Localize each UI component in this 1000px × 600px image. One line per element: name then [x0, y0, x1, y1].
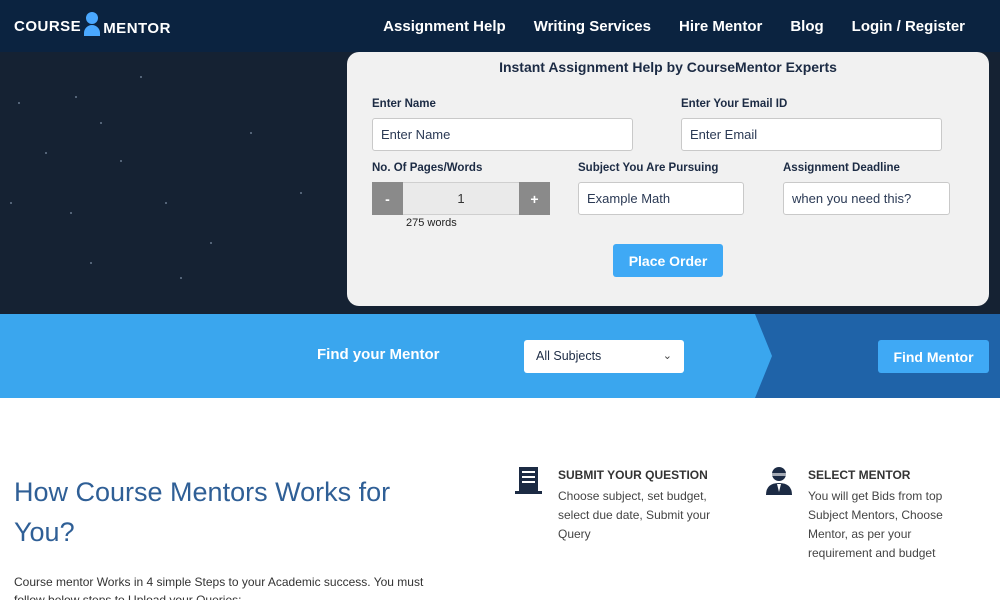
document-list-icon — [515, 467, 542, 494]
word-count: 275 words — [406, 217, 457, 229]
logo[interactable]: COURSE MENTOR — [14, 10, 171, 42]
mentor-logo-icon — [82, 12, 102, 40]
deadline-input[interactable]: when you need this? — [783, 182, 950, 215]
find-mentor-button[interactable]: Find Mentor — [878, 340, 989, 373]
main-nav: Assignment Help Writing Services Hire Me… — [383, 0, 965, 52]
chevron-down-icon: ⌄ — [662, 350, 672, 362]
email-label: Enter Your Email ID — [681, 98, 788, 110]
nav-hire-mentor[interactable]: Hire Mentor — [679, 18, 762, 35]
step-title: SELECT MENTOR — [808, 468, 911, 482]
nav-writing-services[interactable]: Writing Services — [534, 18, 651, 35]
mentor-person-icon — [766, 467, 792, 495]
pages-label: No. Of Pages/Words — [372, 162, 483, 174]
step-text: Choose subject, set budget, select due d… — [558, 489, 711, 541]
form-title: Instant Assignment Help by CourseMentor … — [499, 59, 837, 75]
step-select-mentor: SELECT MENTOR You will get Bids from top… — [764, 465, 994, 585]
find-mentor-title: Find your Mentor — [317, 346, 440, 363]
logo-right-text: MENTOR — [103, 19, 171, 37]
subject-input[interactable]: Example Math — [578, 182, 744, 215]
step-submit-question: SUBMIT YOUR QUESTION Choose subject, set… — [514, 465, 744, 585]
subject-select-value: All Subjects — [536, 349, 602, 363]
name-label: Enter Name — [372, 98, 436, 110]
increment-button[interactable]: + — [519, 182, 550, 215]
nav-blog[interactable]: Blog — [790, 18, 823, 35]
decrement-button[interactable]: - — [372, 182, 403, 215]
deadline-label: Assignment Deadline — [783, 162, 900, 174]
name-input[interactable]: Enter Name — [372, 118, 633, 151]
order-form: Instant Assignment Help by CourseMentor … — [347, 52, 989, 306]
subject-label: Subject You Are Pursuing — [578, 162, 719, 174]
site-header: COURSE MENTOR Assignment Help Writing Se… — [0, 0, 1000, 52]
pages-value[interactable]: 1 — [403, 182, 519, 215]
logo-left-text: COURSE — [14, 17, 82, 35]
step-text: You will get Bids from top Subject Mento… — [808, 489, 943, 560]
how-it-works-heading: How Course Mentors Works for You? — [14, 477, 391, 547]
how-it-works-description: Course mentor Works in 4 simple Steps to… — [14, 575, 424, 600]
nav-login-register[interactable]: Login / Register — [852, 18, 965, 35]
step-title: SUBMIT YOUR QUESTION — [558, 468, 708, 482]
email-input[interactable]: Enter Email — [681, 118, 942, 151]
place-order-button[interactable]: Place Order — [613, 244, 723, 277]
nav-assignment-help[interactable]: Assignment Help — [383, 18, 506, 35]
subject-select[interactable]: All Subjects ⌄ — [524, 340, 684, 373]
pages-stepper: - 1 + — [372, 182, 550, 215]
find-mentor-band: Find your Mentor All Subjects ⌄ Find Men… — [0, 314, 1000, 398]
band-arrow-shape — [755, 314, 1000, 398]
